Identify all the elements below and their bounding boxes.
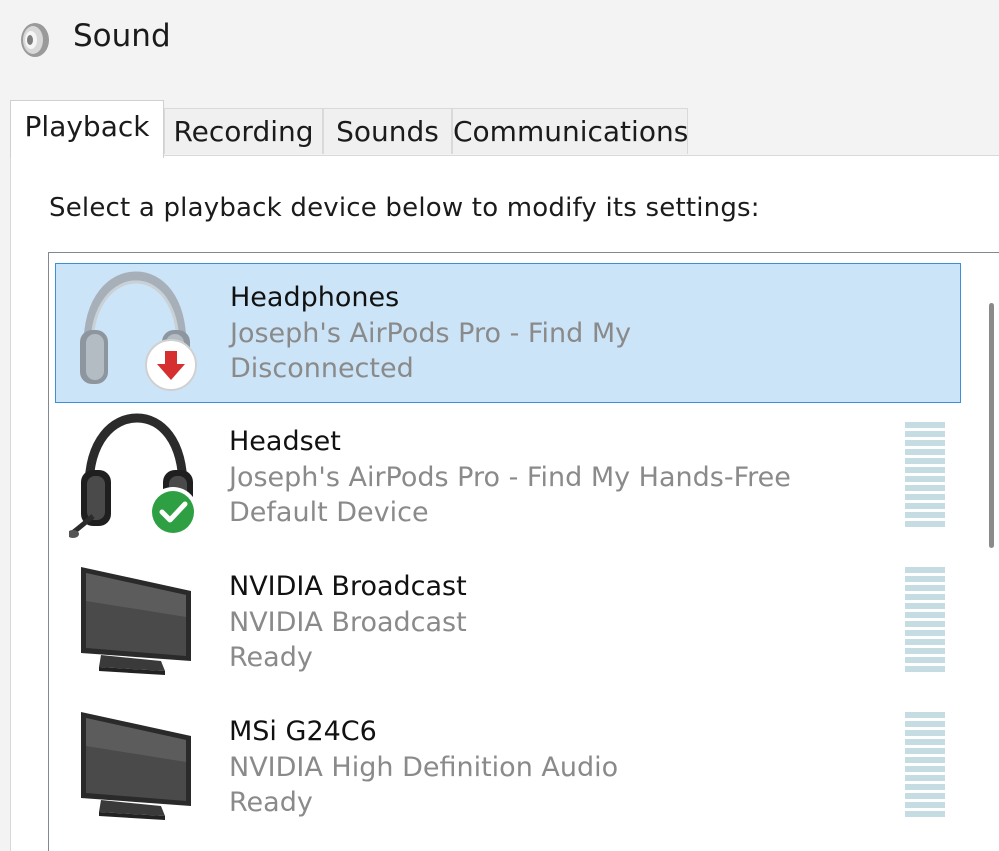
volume-meter — [905, 422, 945, 530]
instruction-text: Select a playback device below to modify… — [49, 193, 760, 223]
device-item-headphones[interactable]: Headphones Joseph's AirPods Pro - Find M… — [55, 263, 961, 403]
volume-meter — [905, 567, 945, 675]
monitor-icon — [81, 567, 191, 675]
device-status: Disconnected — [230, 353, 414, 384]
tab-communications[interactable]: Communications — [452, 108, 688, 154]
window-title: Sound — [73, 18, 171, 54]
device-name: MSi G24C6 — [229, 716, 377, 747]
sound-dialog: Sound Playback Recording Sounds Communic… — [0, 0, 999, 851]
device-status: Ready — [229, 787, 313, 818]
device-description: Joseph's AirPods Pro - Find My — [230, 318, 632, 349]
tab-playback[interactable]: Playback — [10, 100, 164, 158]
playback-device-list[interactable]: Headphones Joseph's AirPods Pro - Find M… — [48, 252, 999, 851]
monitor-icon — [81, 712, 191, 820]
device-item-nvidia-broadcast[interactable]: NVIDIA Broadcast NVIDIA Broadcast Ready — [55, 553, 961, 693]
device-item-msi-g24c6[interactable]: MSi G24C6 NVIDIA High Definition Audio R… — [55, 698, 961, 838]
device-description: NVIDIA High Definition Audio — [229, 752, 619, 783]
headset-icon — [69, 413, 198, 538]
device-description: Joseph's AirPods Pro - Find My Hands-Fre… — [229, 462, 791, 493]
device-name: NVIDIA Broadcast — [229, 571, 467, 602]
device-list-scrollbar[interactable] — [968, 253, 999, 851]
headphones-icon — [80, 271, 197, 391]
speaker-icon — [21, 23, 49, 57]
device-name: Headphones — [230, 282, 400, 313]
device-name: Headset — [229, 426, 341, 457]
tab-recording[interactable]: Recording — [164, 108, 323, 154]
default-checkmark-icon — [148, 487, 198, 537]
scroll-thumb[interactable] — [989, 303, 994, 548]
device-status: Default Device — [229, 497, 429, 528]
device-description: NVIDIA Broadcast — [229, 607, 467, 638]
disconnected-arrow-icon — [145, 339, 197, 391]
tab-sounds[interactable]: Sounds — [323, 108, 452, 154]
volume-meter — [905, 712, 945, 820]
title-bar: Sound — [0, 0, 999, 78]
device-item-headset[interactable]: Headset Joseph's AirPods Pro - Find My H… — [55, 408, 961, 548]
device-status: Ready — [229, 642, 313, 673]
